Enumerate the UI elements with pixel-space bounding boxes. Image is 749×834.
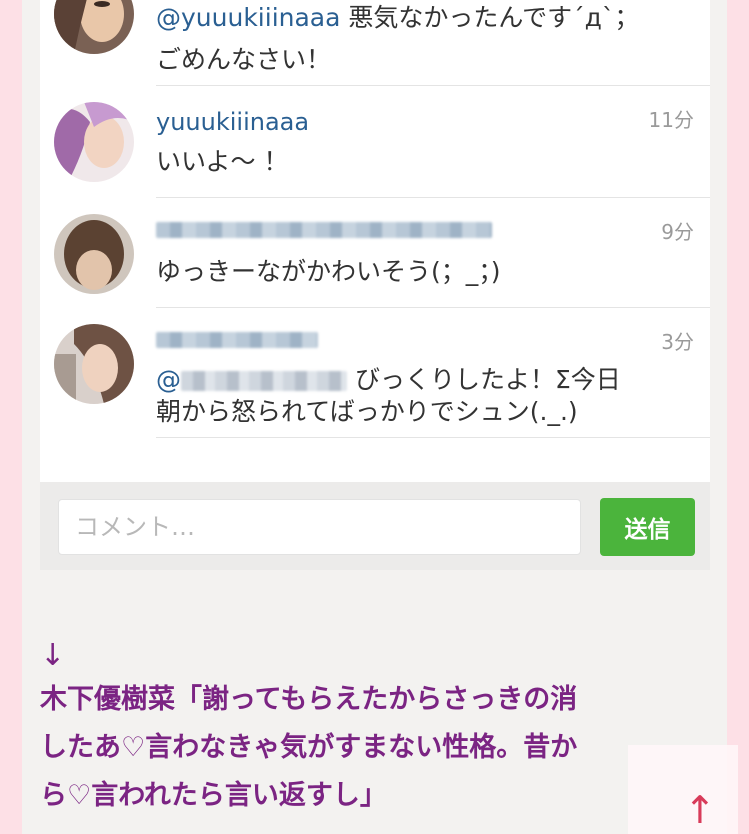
article-text: ↓ 木下優樹菜「謝ってもらえたからさっきの消 したあ♡言わなきゃ気がすまない性格…: [40, 636, 730, 820]
avatar[interactable]: [54, 0, 134, 54]
arrow-up-icon: ↑: [684, 788, 716, 832]
avatar[interactable]: [54, 214, 134, 294]
comment-time: 9分: [661, 220, 694, 244]
comment-username[interactable]: yuuukiiinaaa: [156, 108, 309, 136]
comment-text: @yuuukiiinaaa 悪気なかったんです´д`；: [156, 0, 639, 38]
arrow-down-icon: ↓: [40, 638, 66, 673]
comment-text-line: 朝から怒られてばっかりでシュン(._.): [156, 397, 578, 426]
comment-composer: 送信: [40, 482, 710, 570]
comment-text-line: 悪気なかったんです´д`；: [340, 3, 640, 32]
comment-time: 3分: [661, 330, 694, 354]
scroll-to-top-button[interactable]: ↑: [628, 745, 738, 834]
comment-list: @yuuukiiinaaa 悪気なかったんです´д`； ごめんなさい！ yuuu…: [40, 0, 710, 482]
mention-link[interactable]: @yuuukiiinaaa: [156, 3, 340, 32]
quote-line: ら♡言われたら言い返すし」: [40, 780, 387, 811]
comment-text-line: びっくりしたよ！Σ今日: [347, 365, 621, 394]
comment-username[interactable]: [156, 222, 492, 238]
comment-text-line: ごめんなさい！: [156, 45, 332, 74]
mention-link-blurred[interactable]: [181, 371, 347, 391]
avatar[interactable]: [54, 102, 134, 182]
comment-item: yuuukiiinaaa 11分 いいよ〜 ！: [40, 86, 710, 198]
mention-link[interactable]: @: [156, 365, 181, 394]
quote-line: 木下優樹菜「謝ってもらえたからさっきの消: [40, 684, 578, 715]
comment-text: いいよ〜 ！: [156, 147, 289, 176]
comment-item: @yuuukiiinaaa 悪気なかったんです´д`； ごめんなさい！: [40, 0, 710, 86]
comment-username[interactable]: [156, 332, 318, 348]
comment-item: 3分 @ びっくりしたよ！Σ今日 朝から怒られてばっかりでシュン(._.): [40, 308, 710, 438]
quote-line: したあ♡言わなきゃ気がすまない性格。昔か: [40, 732, 578, 763]
avatar[interactable]: [54, 324, 134, 404]
comment-input[interactable]: [58, 499, 581, 555]
comment-text: ゆっきーながかわいそう(；_；): [156, 257, 501, 286]
send-button[interactable]: 送信: [600, 498, 695, 556]
comment-item: 9分 ゆっきーながかわいそう(；_；): [40, 198, 710, 308]
comment-time: 11分: [648, 108, 694, 132]
